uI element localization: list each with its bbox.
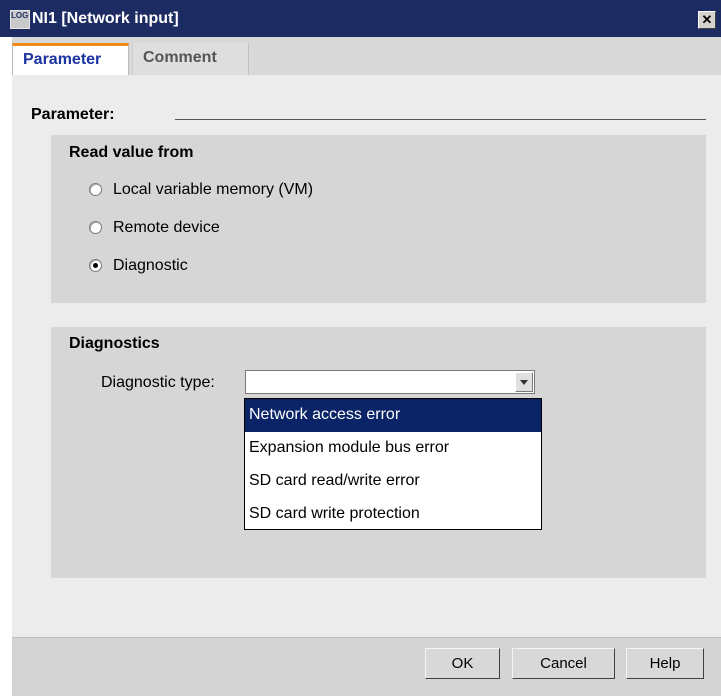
radio-button[interactable] bbox=[89, 183, 102, 196]
dropdown-option-expansion-module-bus-error[interactable]: Expansion module bus error bbox=[245, 432, 541, 465]
tab-strip: Parameter Comment bbox=[12, 37, 721, 76]
window-title: NI1 [Network input] bbox=[32, 10, 179, 27]
radio-label: Remote device bbox=[113, 219, 220, 236]
dropdown-button[interactable] bbox=[515, 372, 533, 392]
chevron-down-icon bbox=[520, 380, 528, 385]
close-icon: ✕ bbox=[701, 12, 713, 27]
dropdown-option-sd-card-read-write-error[interactable]: SD card read/write error bbox=[245, 465, 541, 498]
tab-parameter[interactable]: Parameter bbox=[12, 43, 129, 76]
app-logo-icon: LOGO! bbox=[10, 10, 30, 29]
diagnostic-type-dropdown-list: Network access error Expansion module bu… bbox=[244, 398, 542, 530]
radio-label: Diagnostic bbox=[113, 257, 188, 274]
radio-checked-dot bbox=[93, 263, 98, 268]
tab-comment[interactable]: Comment bbox=[132, 43, 249, 75]
section-divider bbox=[175, 119, 706, 120]
radio-button[interactable] bbox=[89, 259, 102, 272]
dropdown-option-network-access-error[interactable]: Network access error bbox=[245, 399, 541, 432]
dropdown-option-sd-card-write-protection[interactable]: SD card write protection bbox=[245, 498, 541, 531]
diagnostic-type-label: Diagnostic type: bbox=[101, 374, 215, 391]
parameter-section-label: Parameter: bbox=[31, 106, 115, 123]
help-button[interactable]: Help bbox=[626, 648, 704, 679]
diagnostic-type-select[interactable] bbox=[245, 370, 535, 394]
ok-button[interactable]: OK bbox=[425, 648, 500, 679]
read-value-title: Read value from bbox=[69, 144, 194, 161]
cancel-button[interactable]: Cancel bbox=[512, 648, 615, 679]
radio-label: Local variable memory (VM) bbox=[113, 181, 314, 198]
diagnostics-title: Diagnostics bbox=[69, 335, 160, 352]
read-value-group: Read value from Local variable memory (V… bbox=[51, 135, 706, 303]
close-button[interactable]: ✕ bbox=[698, 11, 716, 29]
title-bar: LOGO! NI1 [Network input] ✕ bbox=[0, 0, 721, 37]
radio-button[interactable] bbox=[89, 221, 102, 234]
